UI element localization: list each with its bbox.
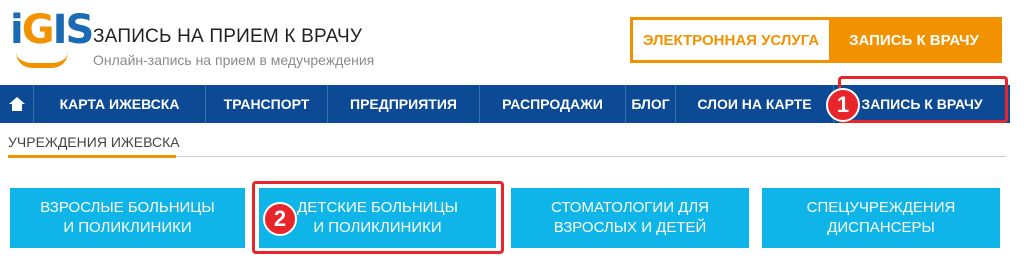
logo-smile-icon (16, 52, 68, 68)
category-label-line1: СПЕЦУЧРЕЖДЕНИЯ (806, 199, 956, 216)
step-badge-1: 1 (826, 88, 860, 122)
service-banner: ЭЛЕКТРОННАЯ УСЛУГА ЗАПИСЬ К ВРАЧУ (630, 17, 1002, 63)
nav-item-map[interactable]: КАРТА ИЖЕВСКА (34, 85, 206, 123)
nav-home[interactable] (0, 85, 34, 123)
site-subtitle: Онлайн-запись на прием в медучреждения (93, 52, 375, 68)
category-label-line2: ВЗРОСЛЫХ И ДЕТЕЙ (553, 219, 707, 236)
home-icon (8, 97, 25, 111)
category-label-line2: И ПОЛИКЛИНИКИ (63, 219, 192, 236)
category-label-line1: ВЗРОСЛЫЕ БОЛЬНИЦЫ (40, 199, 215, 216)
category-label-line1: СТОМАТОЛОГИИ ДЛЯ (550, 199, 709, 216)
nav-item-transport[interactable]: ТРАНСПОРТ (206, 85, 328, 123)
section-underline (8, 155, 176, 158)
category-special-institutions-button[interactable]: СПЕЦУЧРЕЖДЕНИЯ ДИСПАНСЕРЫ (762, 188, 1000, 248)
nav-item-companies[interactable]: ПРЕДПРИЯТИЯ (328, 85, 480, 123)
nav-item-blog[interactable]: БЛОГ (626, 85, 676, 123)
category-dentistry-button[interactable]: СТОМАТОЛОГИИ ДЛЯ ВЗРОСЛЫХ И ДЕТЕЙ (511, 188, 749, 248)
category-label-line2: ДИСПАНСЕРЫ (827, 219, 935, 236)
doctor-appointment-button[interactable]: ЗАПИСЬ К ВРАЧУ (829, 20, 999, 60)
step-badge-2: 2 (263, 202, 297, 236)
logo-letters: iGIS (10, 7, 94, 53)
site-header: iGIS ЗАПИСЬ НА ПРИЕМ К ВРАЧУ Онлайн-запи… (0, 0, 1024, 84)
section-title: УЧРЕЖДЕНИЯ ИЖЕВСКА (8, 134, 180, 150)
nav-item-map-layers[interactable]: СЛОИ НА КАРТЕ (676, 85, 834, 123)
site-title: ЗАПИСЬ НА ПРИЕМ К ВРАЧУ (93, 26, 363, 47)
category-adult-hospitals-button[interactable]: ВЗРОСЛЫЕ БОЛЬНИЦЫ И ПОЛИКЛИНИКИ (10, 188, 245, 248)
igis-logo[interactable]: iGIS (10, 8, 94, 74)
electronic-service-button[interactable]: ЭЛЕКТРОННАЯ УСЛУГА (633, 20, 829, 60)
nav-item-sales[interactable]: РАСПРОДАЖИ (480, 85, 626, 123)
highlight-frame-1 (838, 76, 1008, 123)
